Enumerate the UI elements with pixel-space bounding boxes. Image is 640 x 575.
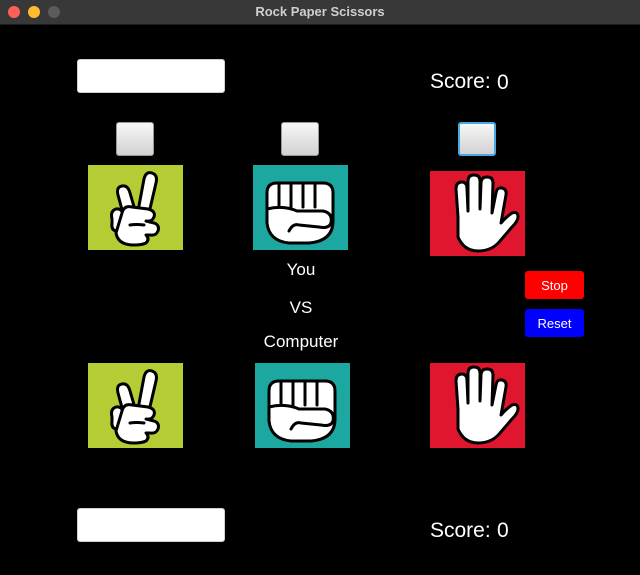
game-window: Rock Paper Scissors Score: 0 You VS Comp… (0, 0, 640, 575)
paper-hand-icon (454, 365, 520, 445)
window-title: Rock Paper Scissors (255, 4, 385, 19)
player-paper-tile[interactable] (430, 171, 525, 256)
computer-scissors-tile (88, 363, 183, 448)
you-label: You (286, 260, 316, 279)
scissors-hand-icon (110, 171, 160, 247)
title-bar: Rock Paper Scissors (0, 0, 640, 25)
player-score-value: 0 (497, 71, 509, 94)
player-rock-tile[interactable] (253, 165, 348, 250)
computer-score-label: Score: (430, 519, 491, 542)
computer-paper-tile (430, 363, 525, 448)
scissors-hand-icon (110, 369, 160, 445)
rock-checkbox[interactable] (281, 122, 319, 156)
paper-hand-icon (454, 173, 520, 253)
vs-label: VS (289, 298, 313, 317)
player-score-label: Score: (430, 70, 491, 93)
player-scissors-tile[interactable] (88, 165, 183, 250)
stop-button[interactable]: Stop (525, 271, 584, 299)
scissors-checkbox[interactable] (116, 122, 154, 156)
paper-checkbox[interactable] (458, 122, 496, 156)
computer-score-value: 0 (497, 519, 509, 542)
computer-rock-tile (255, 363, 350, 448)
computer-label: Computer (263, 332, 339, 351)
player-name-field[interactable] (77, 59, 225, 93)
rock-fist-icon (267, 379, 337, 443)
reset-button[interactable]: Reset (525, 309, 584, 337)
computer-name-field[interactable] (77, 508, 225, 542)
rock-fist-icon (265, 181, 335, 245)
